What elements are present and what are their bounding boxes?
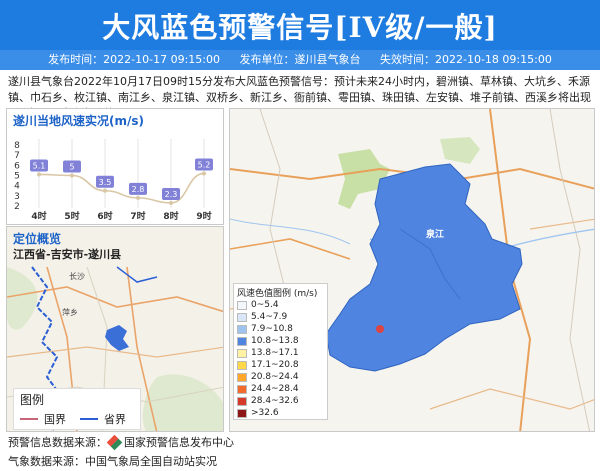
- x-tick-label: 6时: [97, 210, 112, 222]
- weather-source: 气象数据来源：中国气象局全国自动站实况: [8, 453, 217, 469]
- wind-legend-label: >32.6: [251, 408, 279, 418]
- wind-legend-label: 7.9~10.8: [251, 324, 293, 334]
- page-title: 大风蓝色预警信号[IV级/一般]: [102, 11, 498, 44]
- data-label: 3.5: [99, 178, 112, 187]
- y-tick-label: 2: [14, 202, 20, 212]
- wind-legend-swatch: [237, 312, 247, 322]
- wind-legend-item: 7.9~10.8: [237, 324, 293, 334]
- legend-label: 国界: [44, 413, 66, 426]
- warning-source-label: 预警信息数据来源：: [8, 436, 107, 449]
- wind-data-point: [70, 173, 74, 178]
- warning-source-name: 国家预警信息发布中心: [124, 436, 234, 449]
- overview-legend-title: 图例: [20, 393, 45, 407]
- data-label: 5: [69, 163, 74, 172]
- wind-legend-item: 10.8~13.8: [237, 336, 299, 346]
- data-label: 2.8: [132, 185, 145, 194]
- expire-time: 失效时间：2022-10-18 09:15:00: [380, 53, 552, 66]
- y-tick-label: 5: [14, 172, 20, 182]
- wind-legend-item: >32.6: [237, 408, 279, 418]
- y-tick-label: 4: [14, 182, 20, 192]
- wind-data-point: [37, 172, 41, 177]
- wind-data-point: [103, 188, 107, 193]
- wind-chart: 23456784时 5时 6时 7时 8时 9时5.1 53.52.82.35.2: [14, 139, 213, 222]
- wind-speed-panel: 遂川当地风速实况(m/s) 2 3 4 5 6 7 8 4时 5时 6时 7时 8时 9时 5.1 5 3.5…: [6, 108, 224, 225]
- x-tick-label: 9时: [196, 210, 211, 222]
- y-tick-label: 6: [14, 161, 20, 171]
- wind-legend-label: 20.8~24.4: [251, 372, 299, 382]
- data-label: 2.3: [165, 190, 178, 199]
- wind-legend-swatch: [237, 324, 247, 334]
- wind-data-point: [169, 200, 173, 205]
- wind-color-legend: 风速色值图例 (m/s) 0~5.4 5.4~7.9 7.9~10.8 10.8~13…: [233, 283, 328, 420]
- y-tick-label: 8: [14, 141, 20, 151]
- map-label-quanjiang: 泉江: [425, 228, 444, 240]
- x-tick-label: 8时: [163, 210, 178, 222]
- wind-legend-swatch: [237, 360, 247, 370]
- wind-legend-label: 17.1~20.8: [251, 360, 299, 370]
- wind-legend-label: 24.4~28.4: [251, 384, 299, 394]
- location-panel-title: 定位概览: [13, 232, 62, 246]
- meta-bar: 发布时间：2022-10-17 09:15:00 发布单位：遂川县气象台 失效时…: [0, 50, 600, 70]
- legend-label: 省界: [104, 413, 126, 426]
- x-tick-label: 5时: [64, 210, 79, 222]
- release-center-logo-icon: [106, 434, 123, 450]
- wind-legend-label: 5.4~7.9: [251, 312, 288, 322]
- data-label: 5.1: [33, 161, 46, 170]
- wind-legend-label: 10.8~13.8: [251, 336, 299, 346]
- wind-legend-swatch: [237, 300, 247, 310]
- warning-source: 预警信息数据来源： 国家预警信息发布中心: [8, 434, 234, 450]
- wind-legend-swatch: [237, 408, 247, 418]
- publisher: 发布单位：遂川县气象台: [239, 53, 361, 66]
- wind-legend-label: 13.8~17.1: [251, 348, 299, 358]
- wind-legend-item: 28.4~32.6: [237, 396, 299, 406]
- wind-legend-swatch: [237, 372, 247, 382]
- publish-time: 发布时间：2022-10-17 09:15:00: [48, 53, 220, 66]
- map-label-pingxiang: 萍乡: [62, 307, 78, 317]
- wind-legend-title: 风速色值图例 (m/s): [237, 289, 318, 299]
- wind-legend-swatch: [237, 348, 247, 358]
- wind-legend-item: 5.4~7.9: [237, 312, 287, 322]
- county-seat-marker[interactable]: [376, 325, 384, 333]
- national-border-line: [20, 418, 38, 420]
- data-label: 5.2: [198, 160, 211, 169]
- x-tick-label: 7时: [130, 210, 145, 222]
- weather-source-text: 气象数据来源：中国气象局全国自动站实况: [8, 455, 217, 468]
- location-panel: 长沙 萍乡 定位概览 江西省-吉安市-遂川县 图例 国界 省界: [6, 226, 224, 432]
- overview-legend: 图例 国界 省界: [13, 388, 141, 430]
- wind-legend-swatch: [237, 384, 247, 394]
- legend-national-border: 国界: [20, 411, 66, 427]
- wind-legend-swatch: [237, 336, 247, 346]
- wind-data-point: [202, 171, 206, 176]
- wind-legend-label: 28.4~32.6: [251, 396, 299, 406]
- y-tick-label: 7: [14, 151, 20, 161]
- province-border-line: [80, 418, 98, 420]
- legend-province-border: 省界: [80, 411, 126, 427]
- x-tick-label: 4时: [31, 210, 46, 222]
- wind-data-point: [136, 195, 140, 200]
- y-tick-label: 3: [14, 192, 20, 202]
- region-name: 江西省-吉安市-遂川县: [13, 248, 122, 261]
- header-banner: 大风蓝色预警信号[IV级/一般] 发布时间：2022-10-17 09:15:0…: [0, 0, 600, 70]
- wind-legend-item: 24.4~28.4: [237, 384, 299, 394]
- wind-legend-item: 17.1~20.8: [237, 360, 299, 370]
- wind-legend-swatch: [237, 396, 247, 406]
- wind-legend-item: 13.8~17.1: [237, 348, 299, 358]
- wind-legend-item: 20.8~24.4: [237, 372, 299, 382]
- map-label-changsha: 长沙: [69, 271, 85, 281]
- wind-legend-label: 0~5.4: [251, 300, 279, 310]
- wind-legend-item: 0~5.4: [237, 300, 279, 310]
